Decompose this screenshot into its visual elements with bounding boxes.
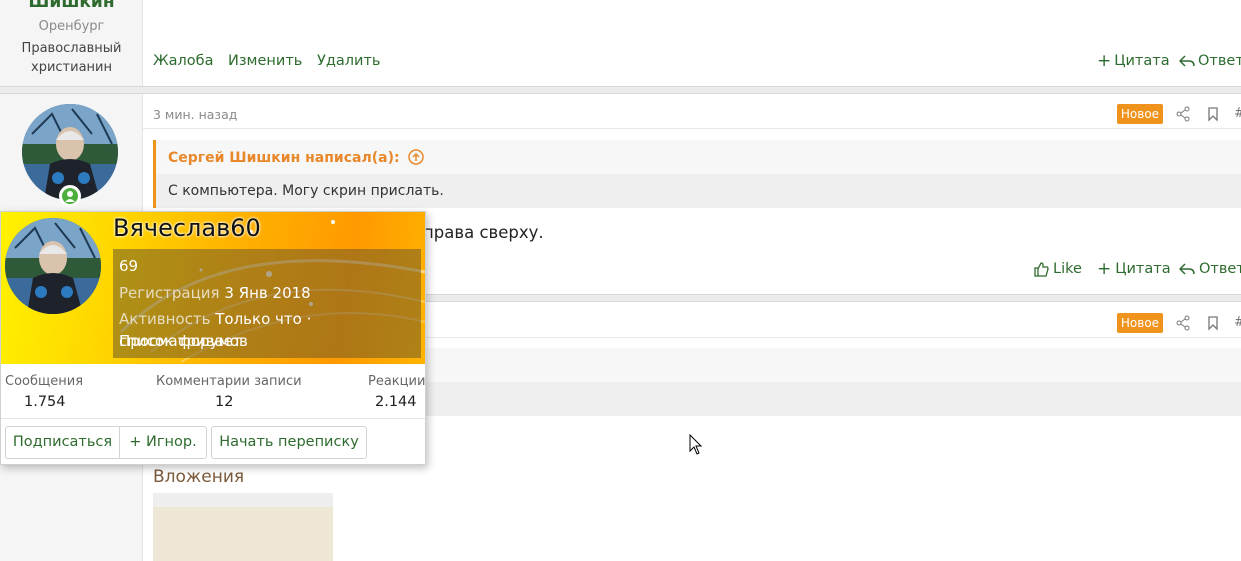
post-message: права сверху. [423, 223, 544, 242]
arrow-up-circle-icon[interactable] [408, 149, 425, 165]
reply-label: Ответ [1199, 261, 1241, 277]
share-icon[interactable] [1175, 106, 1191, 122]
post-header-divider [143, 128, 1241, 129]
member-card-banner: Вячеслав60 69 Регистрация 3 Янв 2018 Акт… [1, 212, 425, 364]
quote-text: С компьютера. Могу скрин прислать. [168, 183, 444, 199]
activity-value-cont: список форумов [119, 332, 248, 350]
prev-author-title-line2: христианин [31, 60, 112, 75]
member-tooltip-card: Вячеслав60 69 Регистрация 3 Янв 2018 Акт… [0, 211, 426, 465]
member-card-avatar[interactable] [5, 218, 101, 314]
member-age: 69 [119, 257, 139, 275]
comments-count[interactable]: 12 [215, 394, 233, 410]
quote-author[interactable]: Сергей Шишкин написал(а): [168, 149, 425, 166]
delete-link[interactable]: Удалить [317, 53, 380, 69]
reactions-label: Реакции [368, 374, 426, 389]
plus-icon: + [1097, 51, 1112, 71]
share-icon[interactable] [1175, 315, 1191, 331]
registration-label: Регистрация [119, 284, 220, 302]
reactions-count[interactable]: 2.144 [375, 394, 417, 410]
card-divider [1, 418, 425, 419]
like-label: Like [1053, 261, 1082, 277]
edit-link[interactable]: Изменить [228, 53, 302, 69]
online-status-icon [59, 185, 81, 207]
post-permalink[interactable]: # [1234, 315, 1241, 330]
reply-button[interactable]: Ответ [1179, 261, 1241, 277]
like-button[interactable]: Like [1033, 261, 1082, 277]
member-username[interactable]: Вячеслав60 [113, 214, 261, 242]
post-separator [0, 86, 1241, 94]
attachment-image[interactable] [153, 507, 333, 561]
activity-label: Активность [119, 310, 211, 328]
ignore-button[interactable]: + Игнор. [119, 426, 207, 459]
thumbs-up-icon [1034, 262, 1049, 277]
post-permalink[interactable]: # [1234, 106, 1241, 121]
post-time[interactable]: 3 мин. назад [153, 107, 237, 122]
plus-icon: + [1097, 259, 1112, 279]
reply-icon [1179, 263, 1195, 275]
member-registration: Регистрация 3 Янв 2018 [119, 282, 311, 304]
prev-quote-button[interactable]: + Цитата [1097, 51, 1170, 71]
new-badge: Новое [1117, 313, 1163, 333]
registration-value: 3 Янв 2018 [224, 284, 311, 302]
messages-count[interactable]: 1.754 [24, 394, 66, 410]
prev-author-city: Оренбург [38, 19, 105, 34]
prev-quote-label: Цитата [1114, 53, 1170, 69]
quote-body: С компьютера. Могу скрин прислать. [156, 174, 1241, 208]
prev-author-title-line1: Православный [21, 41, 122, 56]
attachments-title: Вложения [153, 467, 245, 487]
avatar-photo [5, 218, 101, 314]
reply-icon [1179, 55, 1195, 67]
prev-author-title: Православный христианин [0, 39, 143, 77]
bookmark-icon[interactable] [1205, 315, 1221, 331]
quote-button[interactable]: + Цитата [1097, 259, 1171, 279]
follow-button[interactable]: Подписаться [5, 426, 120, 459]
comments-label: Комментарии записи [156, 374, 302, 389]
prev-author-name[interactable]: Шишкин [0, 0, 143, 12]
member-info-panel: 69 Регистрация 3 Янв 2018 Активность Тол… [113, 249, 421, 358]
messages-label: Сообщения [5, 374, 84, 389]
mouse-cursor-icon [689, 434, 703, 455]
new-badge: Новое [1117, 104, 1163, 124]
report-link[interactable]: Жалоба [153, 53, 213, 69]
prev-reply-label: Ответ [1198, 53, 1241, 69]
quote-author-label: Сергей Шишкин написал(а): [168, 150, 400, 166]
start-conversation-button[interactable]: Начать переписку [211, 426, 367, 459]
bookmark-icon[interactable] [1205, 106, 1221, 122]
quote-label: Цитата [1115, 261, 1171, 277]
quote-block: Сергей Шишкин написал(а): С компьютера. … [153, 140, 1241, 208]
prev-reply-button[interactable]: Ответ [1179, 53, 1241, 69]
